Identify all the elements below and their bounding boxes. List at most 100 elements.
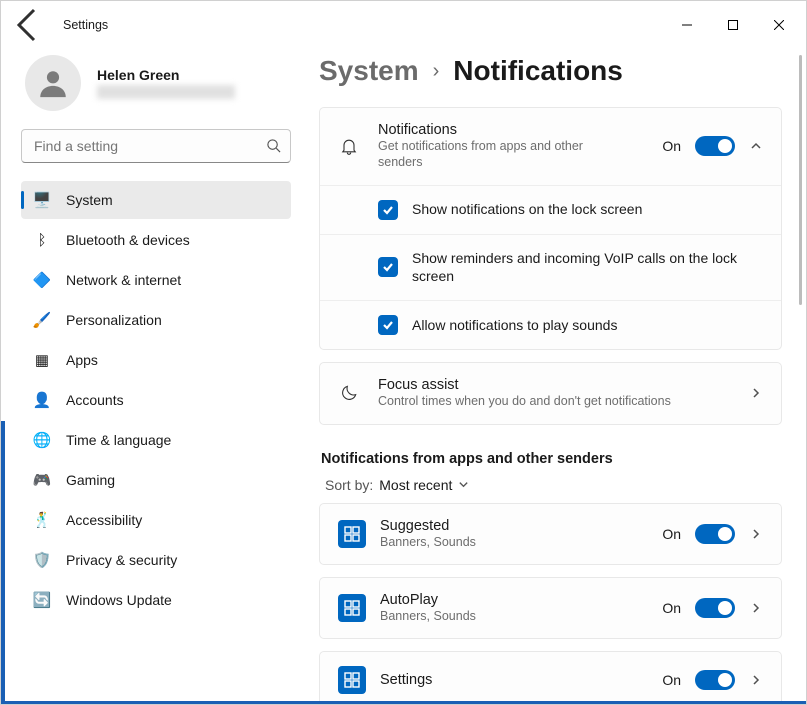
focus-subtitle: Control times when you do and don't get …	[378, 393, 731, 409]
notification-option[interactable]: Allow notifications to play sounds	[320, 300, 781, 349]
option-label: Show reminders and incoming VoIP calls o…	[412, 249, 763, 287]
chevron-right-icon: ›	[433, 60, 440, 83]
sidebar-item-personalization[interactable]: 🖌️ Personalization	[21, 301, 291, 339]
notification-option[interactable]: Show notifications on the lock screen	[320, 185, 781, 234]
sidebar-item-accessibility[interactable]: 🕺 Accessibility	[21, 501, 291, 539]
sort-value: Most recent	[379, 477, 452, 493]
app-notification-row[interactable]: Suggested Banners, Sounds On	[319, 503, 782, 565]
nav-icon: 🌐	[33, 431, 51, 449]
app-state: On	[662, 600, 681, 616]
sidebar-item-network-internet[interactable]: 🔷Network & internet	[21, 261, 291, 299]
sidebar-item-privacy-security[interactable]: 🛡️ Privacy & security	[21, 541, 291, 579]
option-label: Allow notifications to play sounds	[412, 316, 617, 335]
app-state: On	[662, 526, 681, 542]
notifications-state: On	[662, 138, 681, 154]
search-icon	[266, 138, 281, 158]
app-icon	[338, 666, 366, 694]
nav-icon: 🕺	[33, 511, 51, 529]
notifications-header-row[interactable]: Notifications Get notifications from app…	[320, 108, 781, 185]
notifications-card: Notifications Get notifications from app…	[319, 107, 782, 350]
app-toggle[interactable]	[695, 524, 735, 544]
search-box[interactable]	[21, 129, 291, 163]
nav-label: Windows Update	[66, 592, 172, 608]
app-icon	[338, 520, 366, 548]
app-toggle[interactable]	[695, 670, 735, 690]
titlebar: Settings	[1, 1, 806, 49]
app-toggle[interactable]	[695, 598, 735, 618]
desktop-edge	[1, 421, 5, 704]
chevron-right-icon	[749, 386, 763, 400]
sidebar-item-apps[interactable]: ▦ Apps	[21, 341, 291, 379]
app-notification-row[interactable]: AutoPlay Banners, Sounds On	[319, 577, 782, 639]
checkbox[interactable]	[378, 200, 398, 220]
maximize-button[interactable]	[710, 9, 756, 41]
notifications-title: Notifications	[378, 122, 644, 138]
notifications-toggle[interactable]	[695, 136, 735, 156]
app-icon	[338, 594, 366, 622]
breadcrumb: System › Notifications	[319, 55, 782, 87]
nav-label: Gaming	[66, 472, 115, 488]
minimize-button[interactable]	[664, 9, 710, 41]
nav-label: Accounts	[66, 392, 124, 408]
app-name: Settings	[380, 672, 644, 688]
nav-icon: 🖌️	[33, 311, 51, 329]
sort-label: Sort by:	[325, 477, 373, 493]
breadcrumb-child: Notifications	[453, 55, 623, 87]
sidebar-item-system[interactable]: 🖥️ System	[21, 181, 291, 219]
nav-label: Personalization	[66, 312, 162, 328]
profile[interactable]: Helen Green	[21, 55, 291, 111]
window-title: Settings	[63, 18, 108, 32]
sidebar-item-bluetooth-devices[interactable]: ᛒBluetooth & devices	[21, 221, 291, 259]
profile-name: Helen Green	[97, 67, 235, 83]
chevron-up-icon[interactable]	[749, 139, 763, 153]
checkbox[interactable]	[378, 315, 398, 335]
profile-email-blurred	[97, 85, 235, 99]
notification-option[interactable]: Show reminders and incoming VoIP calls o…	[320, 234, 781, 301]
sidebar: Helen Green 🖥️ System ᛒBluetooth & devices…	[1, 49, 311, 704]
app-detail: Banners, Sounds	[380, 608, 644, 624]
app-name: AutoPlay	[380, 592, 644, 608]
avatar	[25, 55, 81, 111]
nav-icon: ▦	[33, 351, 51, 369]
bell-icon	[338, 136, 360, 156]
notifications-subtitle: Get notifications from apps and other se…	[378, 138, 588, 171]
sidebar-item-accounts[interactable]: 👤 Accounts	[21, 381, 291, 419]
apps-section-header: Notifications from apps and other sender…	[321, 451, 782, 467]
nav-label: Time & language	[66, 432, 171, 448]
focus-assist-card[interactable]: Focus assist Control times when you do a…	[319, 362, 782, 424]
sort-row[interactable]: Sort by: Most recent	[325, 477, 782, 493]
nav-list: 🖥️ System ᛒBluetooth & devices🔷Network & i…	[21, 181, 291, 619]
sidebar-item-gaming[interactable]: 🎮Gaming	[21, 461, 291, 499]
desktop-edge	[1, 701, 806, 704]
nav-icon: 🛡️	[33, 551, 51, 569]
chevron-right-icon	[749, 527, 763, 541]
option-label: Show notifications on the lock screen	[412, 200, 642, 219]
app-detail: Banners, Sounds	[380, 534, 644, 550]
nav-label: System	[66, 192, 113, 208]
content: System › Notifications Notifications Get…	[311, 49, 806, 704]
breadcrumb-parent[interactable]: System	[319, 55, 419, 87]
back-button[interactable]	[9, 5, 49, 45]
close-button[interactable]	[756, 9, 802, 41]
nav-icon: 🔄	[33, 591, 51, 609]
checkbox[interactable]	[378, 257, 398, 277]
chevron-down-icon	[458, 479, 469, 490]
nav-label: Network & internet	[66, 272, 181, 288]
nav-label: Accessibility	[66, 512, 142, 528]
moon-icon	[338, 383, 360, 403]
chevron-right-icon	[749, 601, 763, 615]
chevron-right-icon	[749, 673, 763, 687]
nav-icon: 🖥️	[33, 191, 51, 209]
nav-label: Privacy & security	[66, 552, 177, 568]
nav-label: Bluetooth & devices	[66, 232, 190, 248]
app-state: On	[662, 672, 681, 688]
focus-title: Focus assist	[378, 377, 731, 393]
scrollbar[interactable]	[799, 55, 802, 305]
search-input[interactable]	[21, 129, 291, 163]
nav-icon: 👤	[33, 391, 51, 409]
sidebar-item-time-language[interactable]: 🌐 Time & language	[21, 421, 291, 459]
nav-label: Apps	[66, 352, 98, 368]
app-notification-row[interactable]: Settings On	[319, 651, 782, 704]
app-name: Suggested	[380, 518, 644, 534]
sidebar-item-windows-update[interactable]: 🔄 Windows Update	[21, 581, 291, 619]
